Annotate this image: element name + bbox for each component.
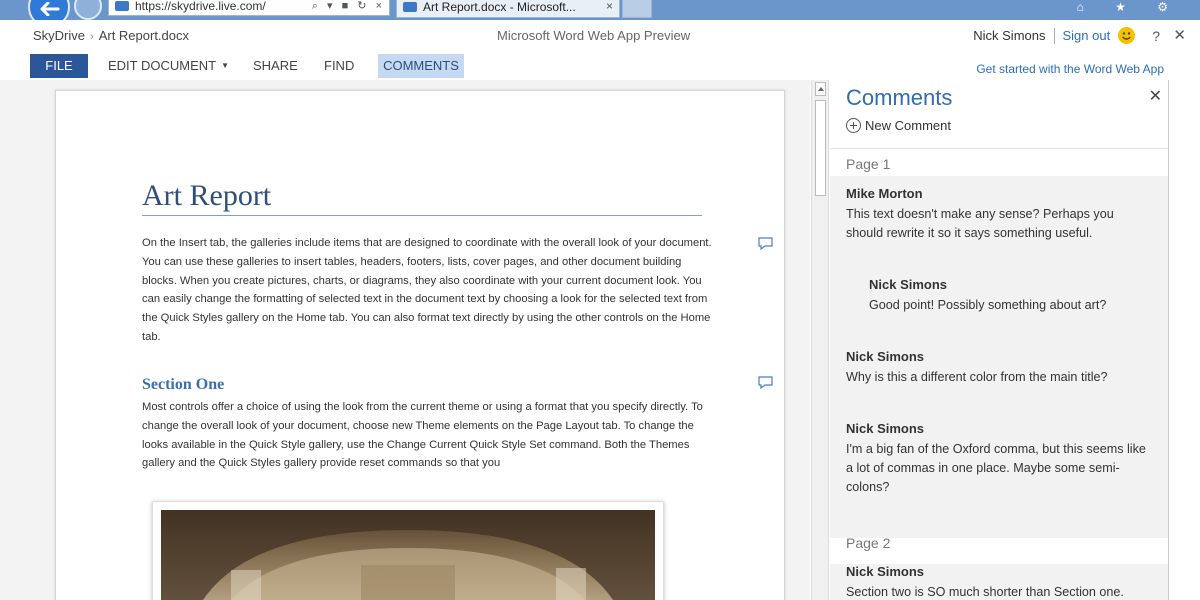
comments-pane: Comments ✕ New Comment Page 1 Page 2 Mik…	[830, 80, 1200, 600]
tab-edit-document[interactable]: EDIT DOCUMENT ▼	[108, 54, 229, 78]
title-underline	[142, 215, 702, 216]
back-button[interactable]	[28, 0, 70, 20]
fresco-illustration-icon	[161, 510, 655, 600]
scroll-thumb[interactable]	[815, 100, 826, 196]
comment-author: Mike Morton	[846, 186, 923, 201]
tab-title: Art Report.docx - Microsoft...	[423, 0, 576, 14]
tab-favicon-icon	[403, 2, 417, 12]
comment-text: Section two is SO much shorter than Sect…	[846, 585, 1124, 599]
comment-text: Why is this a different color from the m…	[846, 370, 1108, 384]
document-scrollbar[interactable]	[811, 80, 829, 600]
comment-author: Nick Simons	[846, 421, 925, 436]
page-1-label: Page 1	[846, 156, 891, 172]
comment-author: Nick Simons	[846, 349, 925, 364]
tab-find[interactable]: FIND	[324, 54, 354, 78]
comment-text: This text doesn't make any sense? Perhap…	[846, 207, 1114, 240]
site-favicon-icon	[115, 1, 129, 11]
comment-author: Nick Simons	[869, 277, 948, 292]
comment-author: Nick Simons	[846, 564, 925, 579]
feedback-smiley-icon[interactable]	[1118, 27, 1136, 44]
comment-item[interactable]: Mike Morton This text doesn't make any s…	[846, 186, 1146, 243]
new-comment-label: New Comment	[865, 118, 951, 133]
document-page[interactable]: Art Report On the Insert tab, the galler…	[55, 90, 785, 600]
close-app-icon[interactable]: ✕	[1173, 26, 1186, 44]
browser-toolbar: https://skydrive.live.com/ ⌕ ▾ ■ ↻ × Art…	[0, 0, 1200, 20]
chevron-down-icon: ▼	[221, 61, 230, 70]
user-divider	[1053, 27, 1055, 44]
app-header: SkyDrive › Art Report.docx Microsoft Word …	[0, 20, 1200, 52]
help-icon[interactable]: ?	[1152, 28, 1160, 44]
comments-pane-title: Comments	[846, 85, 953, 110]
user-area: Nick Simons Sign out ?	[973, 27, 1160, 44]
browser-window-icons[interactable]: ⌂ ★ ⚙	[1077, 0, 1182, 14]
tab-edit-document-label: EDIT DOCUMENT	[108, 58, 217, 73]
plus-circle-icon	[846, 118, 861, 133]
section-heading: Section One	[142, 376, 225, 393]
comment-item[interactable]: Nick Simons Why is this a different colo…	[846, 349, 1146, 387]
breadcrumb: SkyDrive › Art Report.docx	[33, 28, 189, 43]
fresco-image	[161, 510, 655, 600]
back-arrow-icon	[40, 2, 60, 16]
comment-reply-item[interactable]: Nick Simons Good point! Possibly somethi…	[869, 277, 1169, 315]
address-bar[interactable]: https://skydrive.live.com/ ⌕ ▾ ■ ↻ ×	[108, 0, 390, 16]
document-image-frame[interactable]	[152, 501, 664, 600]
new-tab-button[interactable]	[622, 0, 652, 18]
comment-marker-icon[interactable]	[758, 376, 773, 389]
address-actions[interactable]: ⌕ ▾ ■ ↻ ×	[312, 0, 385, 13]
breadcrumb-file: Art Report.docx	[98, 28, 190, 43]
page-2-label: Page 2	[846, 535, 891, 551]
forward-button[interactable]	[74, 0, 102, 20]
tab-share[interactable]: SHARE	[253, 54, 298, 78]
ribbon: FILE EDIT DOCUMENT ▼ SHARE FIND COMMENTS …	[0, 52, 1200, 80]
tab-close-icon[interactable]: ×	[606, 0, 613, 13]
breadcrumb-separator-icon: ›	[90, 31, 94, 43]
sign-out-link[interactable]: Sign out	[1063, 28, 1111, 43]
document-paragraph-1: On the Insert tab, the galleries include…	[142, 237, 712, 343]
user-name[interactable]: Nick Simons	[973, 28, 1045, 43]
comment-marker-icon[interactable]	[758, 237, 773, 250]
new-comment-button[interactable]: New Comment	[846, 118, 951, 133]
comment-item[interactable]: Nick Simons Section two is SO much short…	[846, 564, 1146, 600]
pane-divider	[830, 148, 1170, 149]
comment-text: I'm a big fan of the Oxford comma, but t…	[846, 442, 1146, 494]
tab-file[interactable]: FILE	[30, 54, 88, 78]
comment-text: Good point! Possibly something about art…	[869, 298, 1107, 312]
comment-item[interactable]: Nick Simons I'm a big fan of the Oxford …	[846, 421, 1146, 497]
document-paragraph-2: Most controls offer a choice of using th…	[142, 401, 703, 470]
document-title: Art Report	[142, 179, 272, 212]
breadcrumb-skydrive[interactable]: SkyDrive	[33, 28, 85, 43]
scroll-up-arrow-icon[interactable]	[815, 82, 826, 96]
pane-right-strip	[1169, 80, 1200, 600]
tab-comments[interactable]: COMMENTS	[378, 54, 464, 78]
app-title: Microsoft Word Web App Preview	[497, 28, 691, 43]
get-started-link[interactable]: Get started with the Word Web App	[976, 62, 1164, 76]
address-text: https://skydrive.live.com/	[135, 0, 266, 13]
document-area: Art Report On the Insert tab, the galler…	[0, 80, 810, 600]
close-comments-icon[interactable]: ✕	[1149, 86, 1162, 106]
browser-tab-art-report[interactable]: Art Report.docx - Microsoft... ×	[396, 0, 620, 18]
